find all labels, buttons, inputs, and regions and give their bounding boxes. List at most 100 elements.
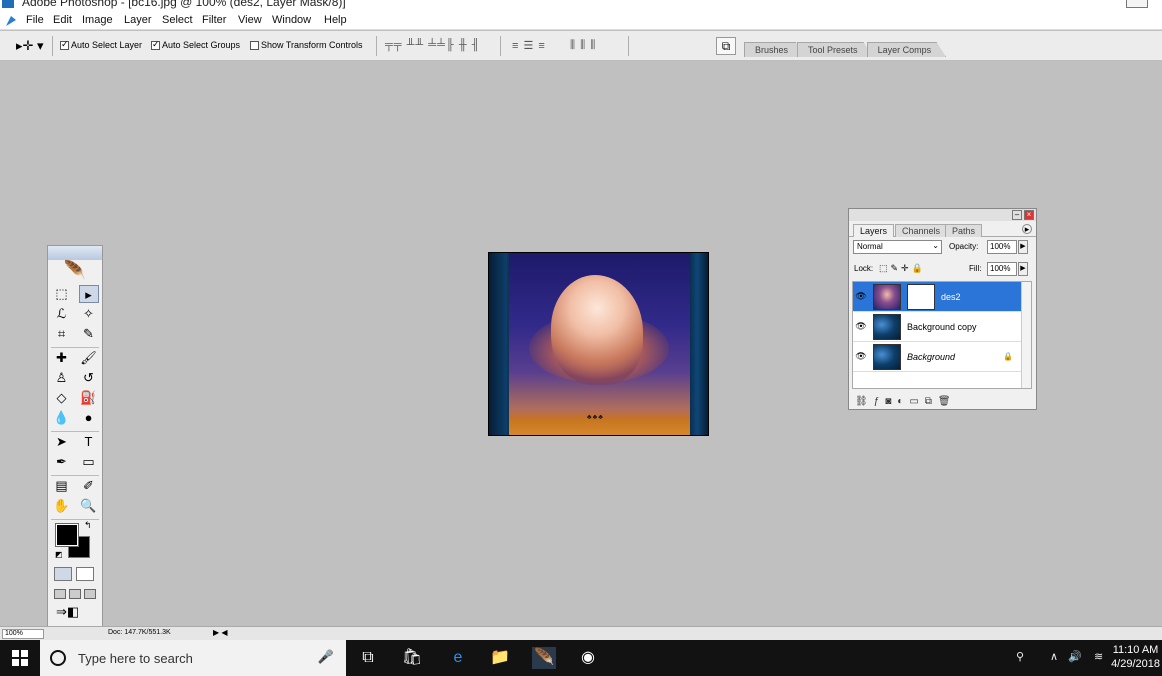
well-tab-tool-presets[interactable]: Tool Presets	[797, 42, 873, 57]
visibility-eye-icon[interactable]: 👁	[853, 351, 869, 362]
default-colors-icon[interactable]: ◩	[55, 550, 63, 559]
layer-row-background[interactable]: 👁 Background 🔒	[853, 342, 1031, 372]
blend-mode-select[interactable]: Normal ⌄	[853, 240, 942, 254]
brush-tool-icon[interactable]: 🖌	[79, 349, 99, 367]
blur-tool-icon[interactable]: 💧	[52, 409, 72, 427]
close-icon[interactable]: ×	[1024, 210, 1034, 220]
options-bar: ▸✛ ▾ Auto Select Layer Auto Select Group…	[0, 31, 1162, 61]
tab-channels[interactable]: Channels	[895, 224, 948, 237]
cloud-top	[551, 275, 643, 385]
restore-button[interactable]	[1126, 0, 1148, 8]
pen-tool-icon[interactable]: ✒	[52, 453, 72, 471]
document-canvas[interactable]: ♣♣♣	[488, 252, 709, 436]
history-brush-tool-icon[interactable]: ↺	[79, 369, 99, 387]
type-tool-icon[interactable]: T	[79, 433, 99, 451]
minimize-icon[interactable]: –	[1012, 210, 1022, 220]
move-tool-icon[interactable]: ▸	[78, 285, 99, 303]
jump-to-imageready-icon[interactable]: ⇒◧	[48, 604, 102, 624]
opacity-field[interactable]: 100%	[987, 240, 1017, 254]
menu-edit[interactable]: Edit	[53, 14, 72, 26]
distribute-vertical-icons[interactable]: ≡ ☰ ≡	[512, 39, 546, 52]
palette-menu-icon[interactable]: ▸	[1022, 224, 1032, 234]
zoom-field[interactable]: 100%	[2, 629, 44, 639]
menu-layer[interactable]: Layer	[124, 14, 152, 26]
full-screen-menu-mode-icon[interactable]	[69, 589, 81, 599]
well-tab-layer-comps[interactable]: Layer Comps	[866, 42, 947, 57]
zoom-tool-icon[interactable]: 🔍	[79, 497, 99, 515]
lock-options-icons[interactable]: ⬚✎✛🔒	[879, 263, 926, 274]
status-menu-arrow-icon[interactable]: ▶ ◀	[213, 628, 228, 637]
tab-layers[interactable]: Layers	[853, 224, 895, 237]
visibility-eye-icon[interactable]: 👁	[853, 321, 869, 332]
storm-cloud-image: ♣♣♣	[509, 253, 690, 435]
rectangle-tool-icon[interactable]: ▭	[79, 453, 99, 471]
show-hidden-icons-icon[interactable]: ∧	[1050, 650, 1058, 663]
visibility-eye-icon[interactable]: 👁	[853, 291, 869, 302]
menu-window[interactable]: Window	[272, 14, 311, 26]
chrome-icon[interactable]: ◉	[576, 647, 600, 669]
auto-select-groups-checkbox[interactable]: Auto Select Groups	[151, 39, 240, 50]
layer-row-background-copy[interactable]: 👁 Background copy	[853, 312, 1031, 342]
foreground-color-swatch[interactable]	[55, 523, 79, 547]
palette-title-bar[interactable]: – ×	[849, 209, 1036, 221]
chevron-down-icon: ⌄	[932, 241, 939, 250]
auto-select-layer-checkbox[interactable]: Auto Select Layer	[60, 39, 142, 50]
eraser-tool-icon[interactable]: ◇	[52, 389, 72, 407]
show-transform-controls-checkbox[interactable]: Show Transform Controls	[250, 40, 363, 50]
adobe-feather-logo[interactable]: 🪶	[48, 260, 102, 284]
photoshop-taskbar-icon[interactable]: 🪶	[532, 647, 556, 669]
well-tab-brushes[interactable]: Brushes	[744, 42, 804, 57]
palette-toggle-icon[interactable]: ⧉	[716, 37, 736, 55]
eyedropper-tool-icon[interactable]: ✐	[79, 477, 99, 495]
slice-tool-icon[interactable]: ✎	[79, 325, 99, 343]
microphone-icon[interactable]: 🎤	[318, 649, 334, 665]
windows-start-icon[interactable]	[12, 650, 28, 666]
fill-field[interactable]: 100%	[987, 262, 1017, 276]
menu-select[interactable]: Select	[162, 14, 193, 26]
hand-tool-icon[interactable]: ✋	[52, 497, 72, 515]
clone-stamp-tool-icon[interactable]: ♙	[52, 369, 72, 387]
edge-icon[interactable]: e	[446, 647, 470, 669]
opacity-arrow-icon[interactable]: ▶	[1018, 240, 1028, 254]
crop-tool-icon[interactable]: ⌗	[52, 325, 72, 343]
layer-mask-thumbnail[interactable]	[907, 283, 935, 310]
palette-bottom-icons[interactable]: ⛓ƒ◙◐▭⧉🗑	[855, 396, 957, 407]
toolbox-title-bar[interactable]	[48, 246, 102, 260]
distribute-horizontal-icons[interactable]: ⫼ ⫼ ⫼	[570, 39, 596, 52]
checkbox-checked-icon	[60, 39, 69, 50]
color-swatches: ↰ ◩	[48, 520, 102, 564]
notes-tool-icon[interactable]: ▤	[52, 477, 72, 495]
menu-filter[interactable]: Filter	[202, 14, 226, 26]
layer-row-des2[interactable]: 👁 des2	[853, 282, 1031, 312]
file-explorer-icon[interactable]: 📁	[488, 647, 512, 669]
standard-mode-icon[interactable]	[54, 567, 72, 581]
menu-view[interactable]: View	[238, 14, 262, 26]
quick-mask-mode-icon[interactable]	[76, 567, 94, 581]
paint-bucket-tool-icon[interactable]: ⛽	[79, 389, 99, 407]
lasso-tool-icon[interactable]: ℒ	[52, 305, 72, 323]
tab-paths[interactable]: Paths	[945, 224, 983, 237]
path-selection-tool-icon[interactable]: ➤	[52, 433, 72, 451]
menu-image[interactable]: Image	[82, 14, 113, 26]
standard-screen-mode-icon[interactable]	[54, 589, 66, 599]
clock[interactable]: 11:10 AM 4/29/2018	[1111, 643, 1160, 671]
task-view-icon[interactable]: ⧉	[356, 647, 380, 669]
magic-wand-tool-icon[interactable]: ✧	[79, 305, 99, 323]
move-tool-preset-icon[interactable]: ▸✛ ▾	[16, 38, 44, 54]
fill-arrow-icon[interactable]: ▶	[1018, 262, 1028, 276]
wifi-icon[interactable]: ≋	[1094, 650, 1103, 663]
healing-brush-tool-icon[interactable]: ✚	[52, 349, 72, 367]
menu-file[interactable]: File	[26, 14, 44, 26]
swap-colors-icon[interactable]: ↰	[84, 520, 92, 531]
align-centers-icons[interactable]: ╟ ╫ ╢	[446, 39, 481, 51]
align-edges-icons[interactable]: ╤╤ ╨╨ ╧╧	[385, 39, 446, 51]
marquee-tool-icon[interactable]: ⬚	[52, 285, 72, 303]
volume-icon[interactable]: 🔊	[1068, 650, 1082, 663]
dodge-tool-icon[interactable]: ●	[79, 409, 99, 427]
store-icon[interactable]: 🛍	[400, 647, 424, 669]
menu-help[interactable]: Help	[324, 14, 347, 26]
full-screen-mode-icon[interactable]	[84, 589, 96, 599]
people-icon[interactable]: ⚲	[1016, 650, 1024, 663]
taskbar-search-box[interactable]: Type here to search 🎤	[40, 640, 346, 676]
layers-scrollbar[interactable]	[1021, 282, 1031, 388]
